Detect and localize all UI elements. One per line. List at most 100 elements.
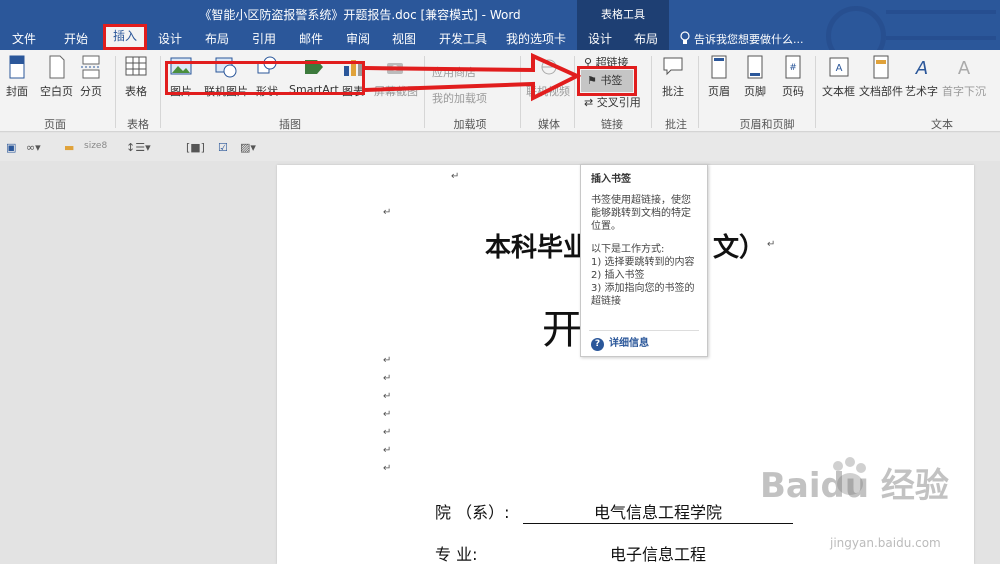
watermark-url: jingyan.baidu.com [830,536,941,550]
tell-me-search[interactable]: 告诉我您想要做什么... [694,31,804,47]
link-chain-icon[interactable]: ∞▾ [26,141,41,154]
tab-table-layout[interactable]: 布局 [634,30,658,48]
tooltip-more-info-link[interactable]: ? 详细信息 [591,337,649,351]
quick-parts-button[interactable]: 文档部件 [859,54,903,99]
red-highlight-box [165,61,365,95]
page-number-button[interactable]: # 页码 [782,54,804,99]
cross-ref-label: 交叉引用 [596,96,641,109]
comment-label: 批注 [662,85,684,98]
lightbulb-icon [680,31,690,44]
textbox-button[interactable]: A 文本框 [822,54,855,99]
cross-reference-button[interactable]: ⇄ 交叉引用 [584,94,641,110]
group-label-links: 链接 [601,118,623,131]
bookmark-tooltip: 插入书签 书签使用超链接，使您能够跳转到文档的特定位置。 以下是工作方式: 1)… [580,164,708,357]
document-title-line1: 本科毕业 [485,233,590,263]
field-value-department[interactable]: 电气信息工程学院 [523,499,793,524]
cross-ref-icon: ⇄ [584,96,597,109]
group-separator [698,56,699,128]
document-title-line2: 开 [542,307,582,353]
cover-page-label: 封面 [6,85,28,98]
bracket-icon[interactable]: [■] [186,141,205,154]
group-separator [115,56,116,128]
paragraph-mark: ↵ [383,427,392,438]
field-value-major[interactable]: 电子信息工程 [523,541,793,564]
quick-parts-icon [873,55,889,79]
table-label: 表格 [125,85,147,98]
svg-text:#: # [789,63,797,73]
header-label: 页眉 [708,85,730,98]
group-label-comments: 批注 [665,118,687,131]
paragraph-mark: ↵ [383,409,392,420]
drop-cap-button[interactable]: A 首字下沉 [942,54,986,99]
page-break-button[interactable]: 分页 [80,54,102,99]
group-label-media: 媒体 [538,118,560,131]
blank-page-icon [49,55,64,79]
tab-references[interactable]: 引用 [252,30,276,48]
blank-page-button[interactable]: 空白页 [40,54,73,99]
decorative-lines [886,10,996,40]
comment-icon [663,57,683,76]
image-icon[interactable]: ▨▾ [240,141,256,154]
quick-parts-label: 文档部件 [859,85,903,98]
comment-button[interactable]: 批注 [662,54,684,99]
drop-cap-icon: A [958,58,971,79]
tooltip-body: 书签使用超链接，使您能够跳转到文档的特定位置。 [591,195,691,232]
tooltip-more-label: 详细信息 [609,338,649,349]
group-label-header-footer: 页眉和页脚 [739,118,795,131]
tab-review[interactable]: 审阅 [346,30,370,48]
footer-icon [747,55,763,79]
group-label-addins: 加载项 [453,118,487,131]
document-title-line1-tail: 文） [713,233,766,263]
bookmark-highlight-box [577,66,637,96]
tab-home[interactable]: 开始 [64,30,88,48]
header-icon [711,55,727,79]
svg-text:A: A [958,58,971,79]
group-label-tables: 表格 [127,118,149,131]
paragraph-mark: ↵ [383,355,392,366]
page-number-label: 页码 [782,85,804,98]
cover-page-button[interactable]: 封面 [6,54,28,99]
tab-table-design[interactable]: 设计 [588,30,612,48]
group-separator [160,56,161,128]
group-label-illustrations: 插图 [279,118,301,131]
field-label-major: 专 业: [435,545,478,564]
quick-access-toolbar: ▣ ∞▾ ▬ size8 ↕☰▾ [■] ☑ ▨▾ [0,133,1000,161]
tooltip-title: 插入书签 [591,174,631,185]
group-separator [815,56,816,128]
tooltip-divider [589,330,699,331]
page-break-icon [81,55,101,79]
paragraph-mark: ↵ [383,463,392,474]
line-spacing-icon[interactable]: ↕☰▾ [126,141,151,154]
paragraph-mark: ↵ [451,171,460,182]
font-size-box[interactable]: size8 [84,141,107,151]
checkbox-icon[interactable]: ☑ [218,141,228,154]
watermark-brand: Baidu 经验 [760,466,949,506]
tab-mailings[interactable]: 邮件 [299,30,323,48]
blank-page-label: 空白页 [40,85,73,98]
table-button[interactable]: 表格 [125,54,147,99]
cover-page-icon [9,55,25,79]
wordart-button[interactable]: A 艺术字 [905,54,938,99]
page-break-label: 分页 [80,85,102,98]
page-number-icon: # [785,55,801,79]
header-button[interactable]: 页眉 [708,54,730,99]
wordart-label: 艺术字 [905,85,938,98]
wordart-icon: A [914,58,927,79]
folder-icon[interactable]: ▬ [64,141,74,154]
group-label-pages: 页面 [44,118,66,131]
footer-label: 页脚 [744,85,766,98]
tab-layout[interactable]: 布局 [205,30,229,48]
tab-design[interactable]: 设计 [158,30,182,48]
group-label-text: 文本 [931,118,953,131]
tab-insert[interactable]: 插入 [103,24,148,50]
save-icon[interactable]: ▣ [6,141,16,154]
tab-my-tab[interactable]: 我的选项卡 [506,30,566,48]
paragraph-mark: ↵ [383,207,392,218]
footer-button[interactable]: 页脚 [744,54,766,99]
red-arrow-annotation [364,52,582,102]
paragraph-mark: ↵ [767,239,776,250]
tab-view[interactable]: 视图 [392,30,416,48]
tab-file[interactable]: 文件 [12,30,36,48]
paragraph-mark: ↵ [383,391,392,402]
tab-developer[interactable]: 开发工具 [439,30,487,48]
